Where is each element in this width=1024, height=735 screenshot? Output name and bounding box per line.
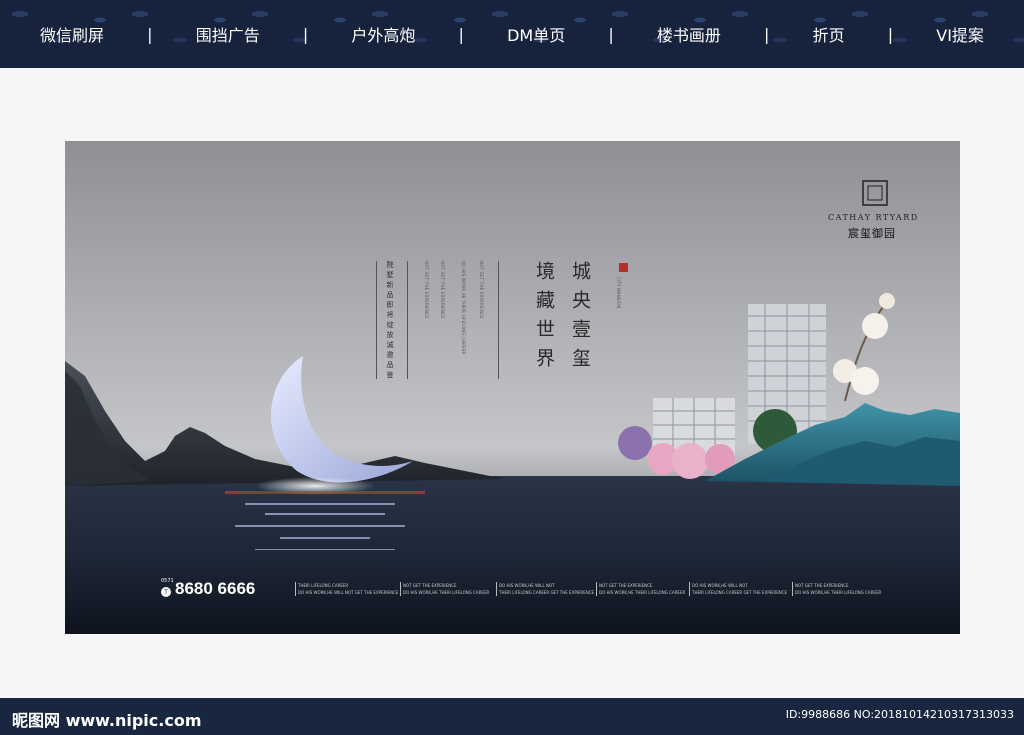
nav-separator: | xyxy=(458,24,464,44)
headline-col2: 境藏世界 xyxy=(533,261,555,377)
divider-line xyxy=(407,261,408,379)
divider-line xyxy=(498,261,499,379)
seal-caption: CITY MANSION xyxy=(616,277,621,309)
red-seal-mark xyxy=(619,263,628,272)
slogan-block: NOT GET THE EXPERIENCE DO HIS WORK,HE THE… xyxy=(400,582,489,596)
nav-separator: | xyxy=(147,24,153,44)
nav-item-folder[interactable]: 折页 xyxy=(813,22,845,46)
small-copy-col1: 院墅新品即将绽放 xyxy=(386,261,394,341)
nav-item-brochure[interactable]: 楼书画册 xyxy=(657,22,721,46)
phone-area-code: 0571 xyxy=(161,578,174,584)
english-copy-col: DO HIS WORK,HE THEIR LIFELONG CAREER xyxy=(461,261,466,355)
slogan-block: DO HIS WORK,HE WILL NOT THEIR LIFELONG CA… xyxy=(496,582,594,596)
red-reflection xyxy=(225,491,425,494)
lake xyxy=(65,476,960,634)
brand-logo-icon xyxy=(862,180,888,206)
small-copy-col2: 诚邀品鉴 xyxy=(386,341,394,381)
nav-item-billboard[interactable]: 户外高炮 xyxy=(351,22,415,46)
magnolia-flowers xyxy=(833,293,895,402)
brand-name-en: CATHAY RTYARD xyxy=(828,213,919,222)
slogan-block: NOT GET THE EXPERIENCE DO HIS WORK,HE THE… xyxy=(792,582,881,596)
phone-number: 8680 6666 xyxy=(175,579,256,598)
english-copy-col: NOT GET THE EXPERIENCE xyxy=(479,261,484,319)
headline-col1: 城央壹玺 xyxy=(569,261,591,377)
nav-item-vi-proposal[interactable]: VI提案 xyxy=(936,22,984,46)
category-nav: 微信刷屏 | 围挡广告 | 户外高炮 | DM单页 | 楼书画册 | 折页 | … xyxy=(0,0,1024,68)
english-copy-col: NOT GET THE EXPERIENCE xyxy=(440,261,445,319)
purple-tree xyxy=(618,426,652,460)
poster-scene: T xyxy=(65,180,960,634)
divider-line xyxy=(376,261,377,379)
nav-separator: | xyxy=(887,24,894,44)
nav-separator: | xyxy=(608,24,614,44)
slogan-block: DO HIS WORK,HE WILL NOT THEIR LIFELONG CA… xyxy=(689,582,787,596)
real-estate-poster: T CATHAY RTYARD 宸玺御园 城央壹玺 境藏世界 CITY MANS… xyxy=(65,141,960,634)
nav-item-wechat[interactable]: 微信刷屏 xyxy=(40,22,104,46)
english-copy-col: NOT GET THE EXPERIENCE xyxy=(424,261,429,319)
image-id-watermark: ID:9988686 NO:20181014210317313033 xyxy=(785,708,1014,721)
brand-name-cn: 宸玺御园 xyxy=(848,227,896,240)
nav-separator: | xyxy=(764,24,770,44)
site-watermark[interactable]: 昵图网 www.nipic.com xyxy=(12,707,202,731)
nav-item-dm-flyer[interactable]: DM单页 xyxy=(507,22,565,46)
nav-separator: | xyxy=(302,24,309,44)
nav-item-hoarding[interactable]: 围挡广告 xyxy=(196,22,260,46)
svg-text:T: T xyxy=(163,589,168,596)
slogan-block: NOT GET THE EXPERIENCE DO HIS WORK,HE THE… xyxy=(596,582,685,596)
blossom-tree xyxy=(672,443,708,479)
slogan-block: THEIR LIFELONG CAREER DO HIS WORK,HE WILL… xyxy=(295,582,398,596)
brand-logo-inner xyxy=(867,185,883,201)
